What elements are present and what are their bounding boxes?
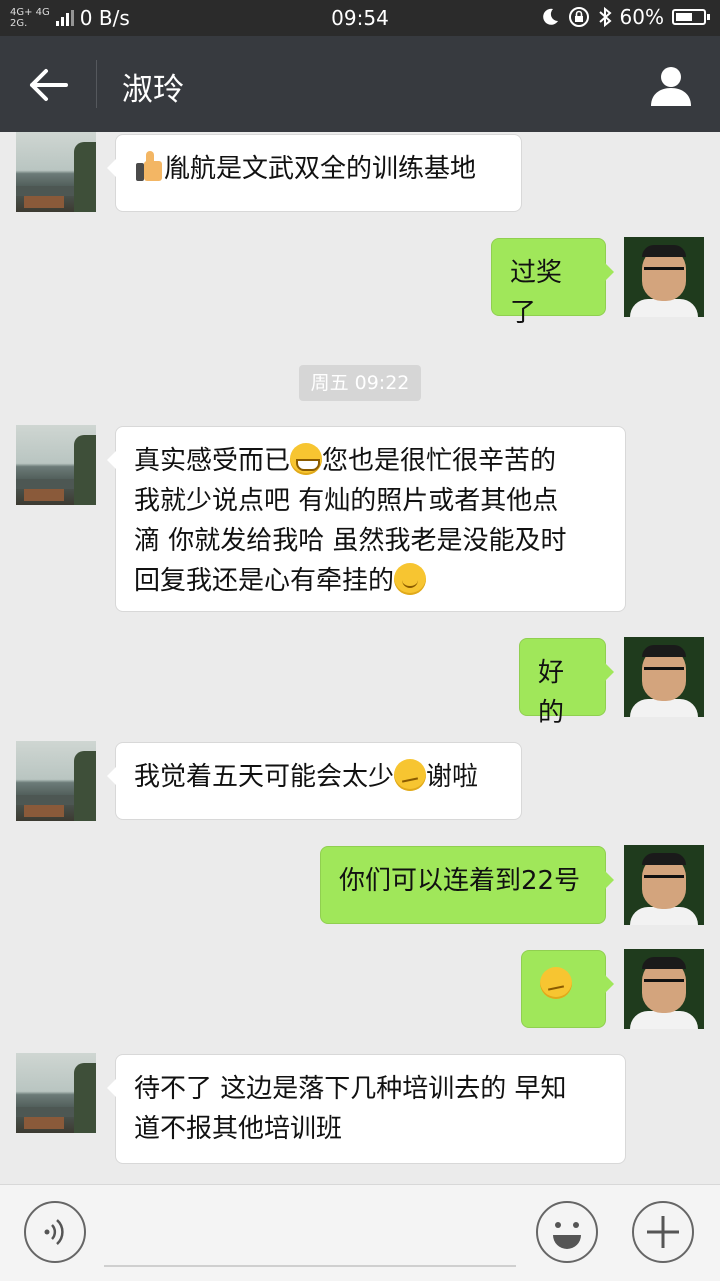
arrow-left-icon[interactable] <box>26 62 72 108</box>
message-text: 道不报其他培训班 <box>134 1114 343 1144</box>
my-avatar[interactable] <box>624 845 704 925</box>
message-text: 好的 <box>538 658 565 728</box>
message-text: 胤航是文武双全的训练基地 <box>164 154 477 184</box>
emoji-button[interactable] <box>536 1201 598 1263</box>
message-text: 我就少说点吧 有灿的照片或者其他点 <box>134 486 559 516</box>
smiley-icon <box>553 1222 581 1249</box>
contact-avatar[interactable] <box>16 1053 96 1133</box>
message-text: 我觉着五天可能会太少 <box>134 762 395 792</box>
outgoing-message[interactable]: 过奖了 <box>491 238 614 328</box>
battery-icon <box>672 9 710 25</box>
person-icon[interactable] <box>648 62 694 108</box>
outgoing-message[interactable]: 好的 <box>519 638 614 728</box>
message-text: 回复我还是心有牵挂的 <box>134 566 395 596</box>
moon-icon <box>542 8 558 25</box>
grin-emoji <box>290 443 323 475</box>
message-text: 真实感受而已 <box>134 446 291 476</box>
incoming-message[interactable]: 真实感受而已 您也是很忙很辛苦的 我就少说点吧 有灿的照片或者其他点 滴 你就发给… <box>107 426 626 612</box>
incoming-message[interactable]: 胤航是文武双全的训练基地 <box>107 134 522 212</box>
my-avatar[interactable] <box>624 949 704 1029</box>
outgoing-message[interactable] <box>521 950 614 1028</box>
more-button[interactable] <box>632 1201 694 1263</box>
chat-title: 淑玲 <box>122 72 184 108</box>
incoming-message[interactable]: 待不了 这边是落下几种培训去的 早知 道不报其他培训班 <box>107 1054 626 1164</box>
header-divider <box>96 60 97 108</box>
status-bar: 4G+ 4G 2G. 0 B/s 09:54 60% <box>0 0 720 36</box>
message-text: 过奖了 <box>510 258 563 328</box>
contact-avatar[interactable] <box>16 132 96 212</box>
thinking-emoji <box>540 967 572 999</box>
battery-percent: 60% <box>619 5 664 29</box>
thumbs-up-emoji <box>134 151 164 183</box>
contact-avatar[interactable] <box>16 425 96 505</box>
contact-avatar[interactable] <box>16 741 96 821</box>
message-text: 谢啦 <box>426 762 479 792</box>
status-right: 60% <box>540 5 710 29</box>
voice-button[interactable] <box>24 1201 86 1263</box>
message-text: 您也是很忙很辛苦的 <box>322 446 557 476</box>
time-divider: 周五 09:22 <box>299 365 421 401</box>
message-text: 你们可以连着到22号 <box>339 866 581 896</box>
bluetooth-icon <box>598 6 612 28</box>
thinking-emoji <box>394 759 427 791</box>
input-bar <box>0 1184 720 1281</box>
plus-icon <box>647 1216 679 1248</box>
my-avatar[interactable] <box>624 637 704 717</box>
message-text: 滴 你就发给我哈 虽然我老是没能及时 <box>134 526 567 556</box>
voice-icon <box>44 1219 64 1245</box>
message-text: 待不了 这边是落下几种培训去的 早知 <box>134 1074 567 1104</box>
chat-header: 淑玲 <box>0 36 720 132</box>
my-avatar[interactable] <box>624 237 704 317</box>
rotation-lock-icon <box>568 7 589 27</box>
incoming-message[interactable]: 我觉着五天可能会太少 谢啦 <box>107 742 522 820</box>
outgoing-message[interactable]: 你们可以连着到22号 <box>320 846 614 924</box>
smile-emoji <box>394 563 427 595</box>
message-input[interactable] <box>104 1265 516 1267</box>
message-list[interactable]: 胤航是文武双全的训练基地 过奖了 周五 09:22 真实感受而已 您也是很忙很辛苦… <box>0 132 720 1184</box>
